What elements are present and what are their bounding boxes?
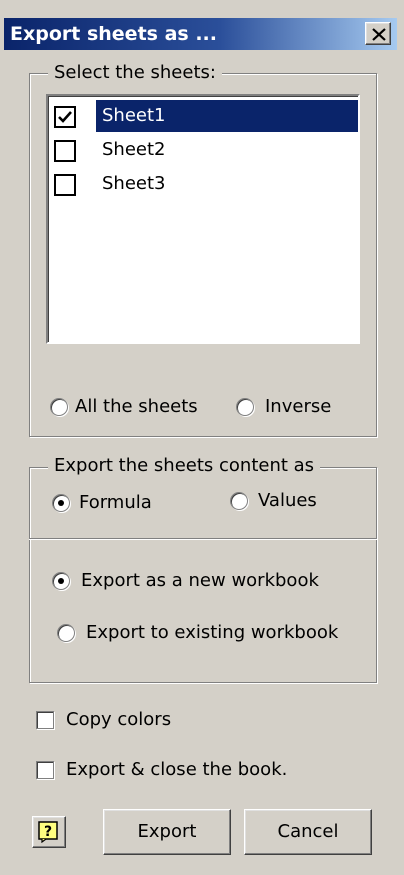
values-radio[interactable] xyxy=(230,492,248,510)
sheet-checkbox-checked[interactable] xyxy=(54,106,76,128)
cancel-button-label: Cancel xyxy=(277,821,339,842)
new-workbook-label[interactable]: Export as a new workbook xyxy=(81,570,319,592)
close-icon xyxy=(372,28,386,41)
sheet-checkbox[interactable] xyxy=(54,174,76,196)
select-sheets-legend: Select the sheets: xyxy=(48,63,222,83)
radio-selected-dot xyxy=(58,578,64,584)
formula-label[interactable]: Formula xyxy=(79,492,152,514)
sheet-row[interactable]: Sheet3 xyxy=(48,168,358,200)
existing-workbook-radio[interactable] xyxy=(57,624,75,642)
group-divider xyxy=(29,538,377,540)
sheet-label: Sheet2 xyxy=(102,139,166,160)
cancel-button[interactable]: Cancel xyxy=(244,809,372,855)
sheet-row[interactable]: Sheet1 xyxy=(48,100,358,132)
sheet-label: Sheet1 xyxy=(102,105,166,126)
close-button[interactable] xyxy=(365,22,391,45)
new-workbook-radio[interactable] xyxy=(52,572,70,590)
copy-colors-checkbox[interactable] xyxy=(36,711,54,729)
help-button[interactable]: ? xyxy=(32,816,66,848)
export-close-checkbox[interactable] xyxy=(36,761,54,779)
export-close-label[interactable]: Export & close the book. xyxy=(66,759,287,781)
existing-workbook-label[interactable]: Export to existing workbook xyxy=(86,622,338,644)
values-label[interactable]: Values xyxy=(258,490,317,512)
sheet-label: Sheet3 xyxy=(102,173,166,194)
sheet-row[interactable]: Sheet2 xyxy=(48,134,358,166)
checkmark-icon xyxy=(58,111,72,123)
export-button[interactable]: Export xyxy=(103,809,231,855)
export-content-legend: Export the sheets content as xyxy=(48,456,321,476)
inverse-radio[interactable] xyxy=(236,398,254,416)
inverse-label[interactable]: Inverse xyxy=(265,396,331,418)
help-glyph: ? xyxy=(44,824,52,840)
help-icon: ? xyxy=(38,821,58,843)
all-sheets-radio[interactable] xyxy=(50,398,68,416)
export-button-label: Export xyxy=(137,821,197,842)
sheet-checkbox[interactable] xyxy=(54,140,76,162)
title-bar: Export sheets as ... xyxy=(4,18,397,50)
formula-radio[interactable] xyxy=(52,494,70,512)
radio-selected-dot xyxy=(58,500,64,506)
sheets-listbox[interactable]: Sheet1 Sheet2 Sheet3 xyxy=(46,94,360,344)
all-sheets-label[interactable]: All the sheets xyxy=(75,396,198,418)
window-title: Export sheets as ... xyxy=(10,23,217,45)
copy-colors-label[interactable]: Copy colors xyxy=(66,709,171,731)
